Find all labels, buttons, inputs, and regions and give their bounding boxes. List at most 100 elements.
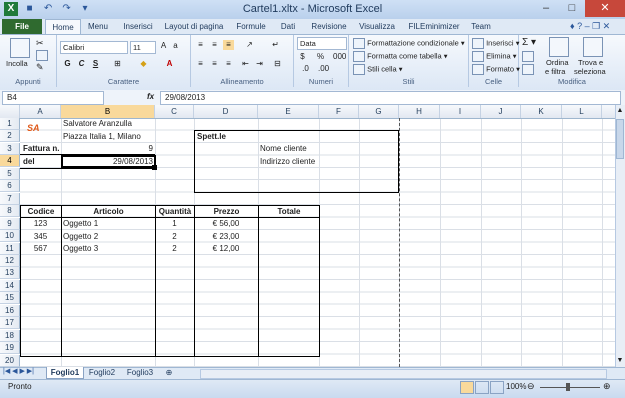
- maximize-button[interactable]: □: [559, 0, 585, 17]
- font-name-combo[interactable]: Calibri: [60, 41, 128, 54]
- item-prezzo[interactable]: € 56,00: [194, 218, 258, 230]
- row-header[interactable]: 10: [0, 230, 20, 243]
- tab-layout[interactable]: Layout di pagina: [163, 19, 225, 34]
- select-all-corner[interactable]: [0, 105, 20, 118]
- row-header[interactable]: 2: [0, 130, 20, 143]
- column-header-d[interactable]: D: [194, 105, 258, 118]
- scroll-up-icon[interactable]: ▲: [616, 107, 624, 115]
- column-header-e[interactable]: E: [258, 105, 319, 118]
- underline-button[interactable]: S: [90, 59, 101, 69]
- tab-menu[interactable]: Menu: [84, 19, 112, 34]
- row-header[interactable]: 4: [0, 155, 20, 168]
- horizontal-scrollbar[interactable]: [200, 369, 607, 379]
- row-header[interactable]: 9: [0, 217, 20, 230]
- sort-filter-icon[interactable]: [549, 37, 569, 57]
- column-header-k[interactable]: K: [521, 105, 562, 118]
- new-sheet-icon[interactable]: ⊕: [160, 367, 178, 378]
- scroll-thumb[interactable]: [616, 119, 624, 159]
- row-header[interactable]: 1: [0, 118, 20, 130]
- sheet-tab-foglio1[interactable]: Foglio1: [46, 367, 84, 379]
- tab-visualizza[interactable]: Visualizza: [357, 19, 397, 34]
- column-header-b[interactable]: B: [61, 105, 155, 118]
- page-layout-view-icon[interactable]: [475, 381, 489, 394]
- tab-inserisci[interactable]: Inserisci: [119, 19, 157, 34]
- item-articolo[interactable]: Oggetto 3: [63, 243, 98, 255]
- cell-e3[interactable]: Nome cliente: [260, 143, 307, 155]
- column-header-j[interactable]: J: [481, 105, 521, 118]
- format-cells-button[interactable]: Formato ▾: [472, 64, 520, 75]
- zoom-level[interactable]: 100%: [506, 382, 526, 391]
- cell-e4[interactable]: Indirizzo cliente: [260, 156, 315, 168]
- align-bottom-icon[interactable]: ≡: [223, 40, 234, 50]
- orientation-icon[interactable]: ↗: [244, 40, 255, 50]
- item-articolo[interactable]: Oggetto 2: [63, 231, 98, 243]
- sheet-tab-foglio2[interactable]: Foglio2: [84, 367, 120, 378]
- font-color-icon[interactable]: A: [164, 59, 175, 69]
- number-format-combo[interactable]: Data: [297, 37, 347, 50]
- column-header-c[interactable]: C: [155, 105, 194, 118]
- insert-cells-button[interactable]: Inserisci ▾: [472, 38, 519, 49]
- tab-team[interactable]: Team: [468, 19, 494, 34]
- cell-b1[interactable]: Salvatore Aranzulla: [63, 118, 132, 130]
- tab-home[interactable]: Home: [45, 19, 81, 34]
- item-codice[interactable]: 123: [20, 218, 61, 230]
- scroll-down-icon[interactable]: ▼: [616, 357, 624, 365]
- row-header[interactable]: 11: [0, 242, 20, 255]
- cell-b2[interactable]: Piazza Italia 1, Milano: [63, 131, 141, 143]
- cell-styles-button[interactable]: Stili cella ▾: [353, 64, 403, 75]
- find-select-icon[interactable]: [583, 37, 603, 57]
- save-icon[interactable]: ■: [23, 2, 37, 16]
- format-as-table-button[interactable]: Formatta come tabella ▾: [353, 51, 448, 62]
- zoom-in-icon[interactable]: ⊕: [603, 381, 611, 392]
- cell-d2[interactable]: Spett.le: [197, 131, 226, 143]
- fill-icon[interactable]: [522, 51, 534, 63]
- close-button[interactable]: ✕: [585, 0, 625, 17]
- zoom-slider[interactable]: [540, 387, 600, 388]
- item-codice[interactable]: 567: [20, 243, 61, 255]
- row-header[interactable]: 3: [0, 142, 20, 155]
- row-header[interactable]: 8: [0, 205, 20, 218]
- italic-button[interactable]: C: [76, 59, 87, 69]
- wrap-text-icon[interactable]: ↵: [270, 40, 281, 50]
- insert-function-icon[interactable]: fx: [147, 91, 159, 103]
- row-header[interactable]: 20: [0, 354, 20, 367]
- align-left-icon[interactable]: ≡: [195, 59, 206, 69]
- row-header[interactable]: 15: [0, 292, 20, 305]
- column-header-g[interactable]: G: [359, 105, 399, 118]
- increase-decimal-icon[interactable]: .0: [300, 64, 311, 74]
- tab-revisione[interactable]: Revisione: [309, 19, 349, 34]
- shrink-font-icon[interactable]: a: [170, 41, 181, 51]
- tab-fileminimizer[interactable]: FILEminimizer: [405, 19, 463, 34]
- row-header[interactable]: 16: [0, 304, 20, 317]
- item-codice[interactable]: 345: [20, 231, 61, 243]
- item-quantita[interactable]: 1: [155, 218, 194, 230]
- sort-filter-label[interactable]: Ordina: [546, 58, 569, 67]
- bold-button[interactable]: G: [62, 59, 73, 69]
- align-center-icon[interactable]: ≡: [209, 59, 220, 69]
- find-select-label-2[interactable]: seleziona: [574, 67, 606, 76]
- align-right-icon[interactable]: ≡: [223, 59, 234, 69]
- cut-icon[interactable]: ✂: [36, 38, 44, 49]
- item-articolo[interactable]: Oggetto 1: [63, 218, 98, 230]
- minimize-button[interactable]: –: [533, 0, 559, 17]
- font-size-combo[interactable]: 11: [130, 41, 156, 54]
- copy-icon[interactable]: [36, 50, 48, 62]
- redo-icon[interactable]: ↷: [60, 2, 74, 16]
- name-box[interactable]: B4: [2, 91, 104, 105]
- percent-icon[interactable]: %: [315, 52, 326, 62]
- decrease-indent-icon[interactable]: ⇤: [240, 59, 251, 69]
- column-header-l[interactable]: L: [562, 105, 602, 118]
- row-header[interactable]: 19: [0, 342, 20, 355]
- column-header-a[interactable]: A: [20, 105, 61, 118]
- zoom-out-icon[interactable]: ⊖: [527, 381, 535, 392]
- row-header[interactable]: 6: [0, 180, 20, 193]
- borders-icon[interactable]: ⊞: [112, 59, 123, 69]
- row-header[interactable]: 13: [0, 267, 20, 280]
- undo-icon[interactable]: ↶: [41, 2, 55, 16]
- row-header[interactable]: 14: [0, 279, 20, 292]
- grow-font-icon[interactable]: A: [158, 41, 169, 51]
- tab-file[interactable]: File: [2, 19, 42, 34]
- item-prezzo[interactable]: € 23,00: [194, 231, 258, 243]
- row-header[interactable]: 5: [0, 167, 20, 180]
- page-break-view-icon[interactable]: [490, 381, 504, 394]
